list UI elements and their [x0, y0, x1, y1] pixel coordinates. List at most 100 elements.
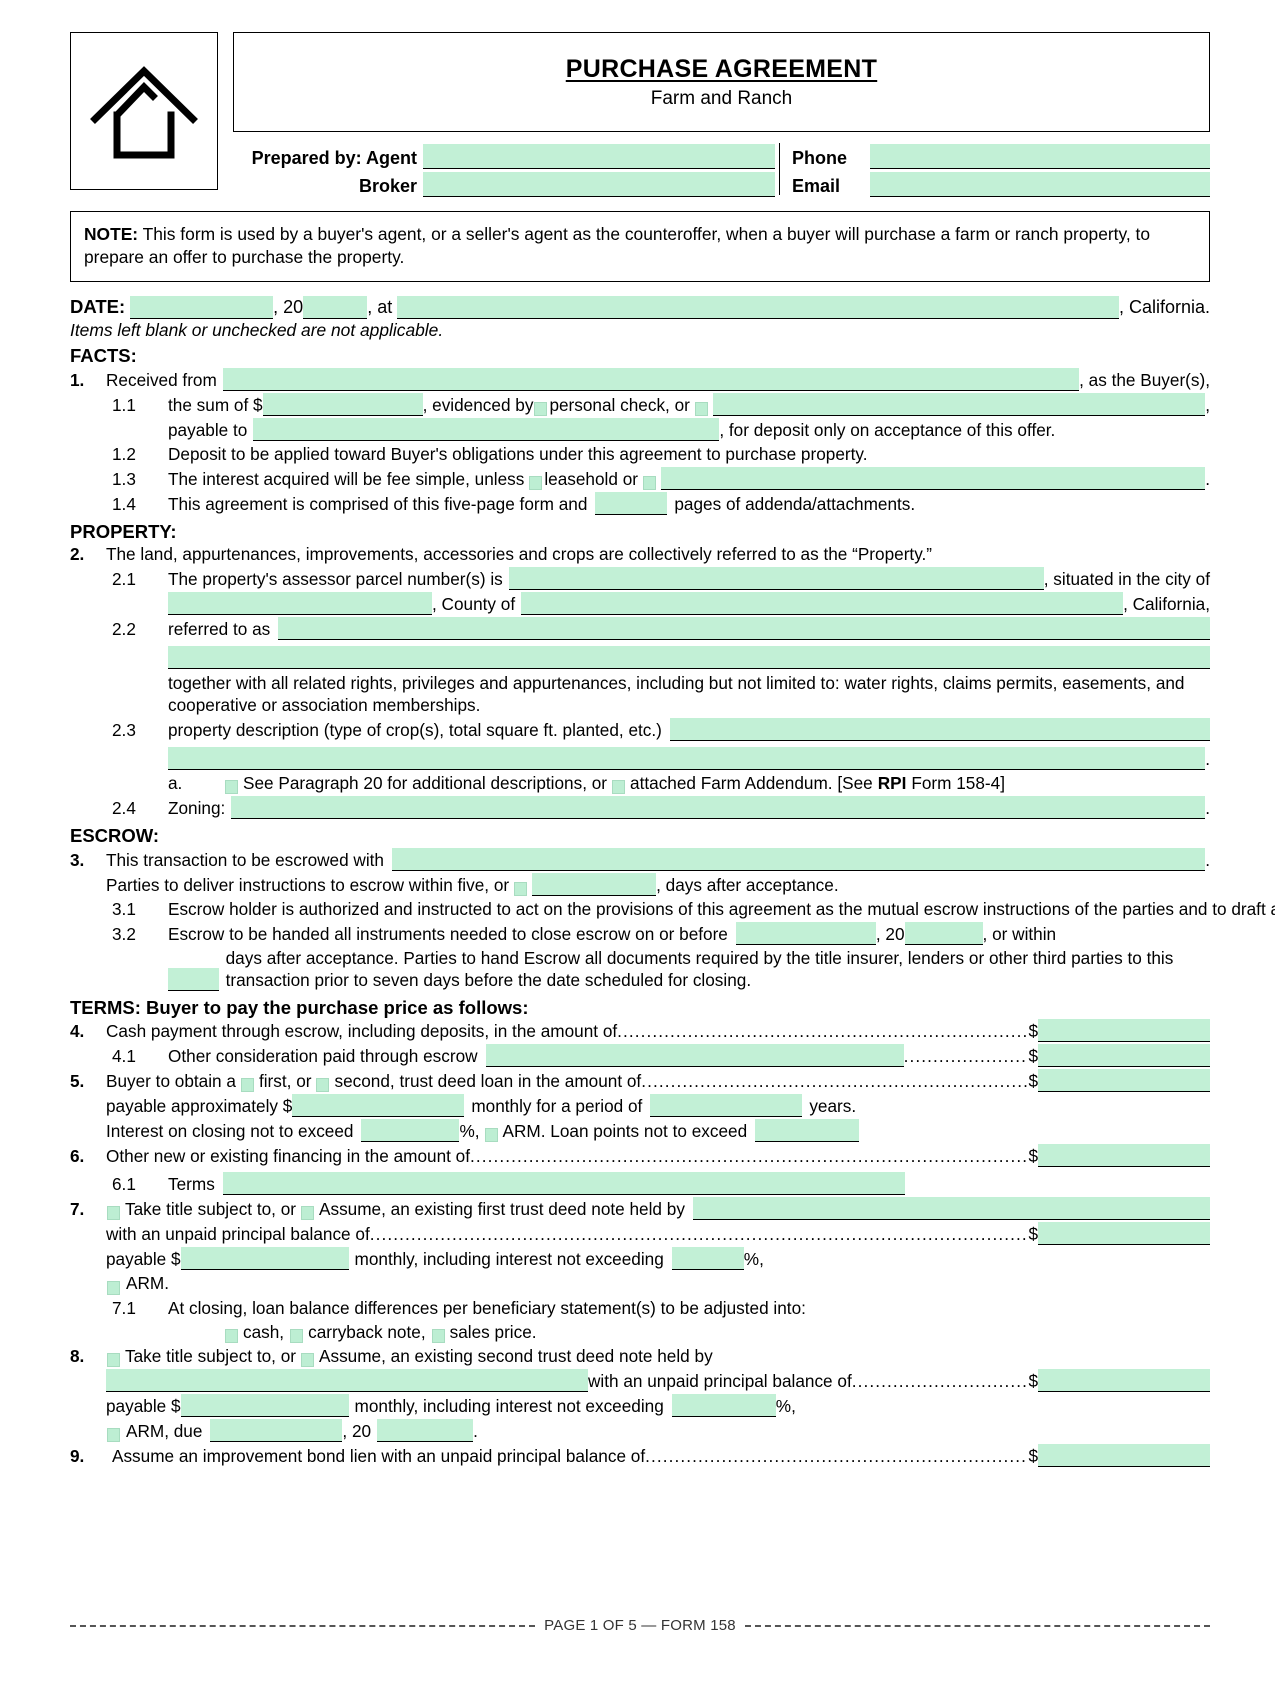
escrow-days-field[interactable] — [532, 872, 657, 896]
item-8-pct-label: %, — [775, 1395, 796, 1416]
second-trust-deed-checkbox[interactable] — [316, 1078, 330, 1093]
agent-field[interactable] — [423, 144, 775, 169]
second-note-holder-field[interactable] — [106, 1368, 588, 1392]
take-title-subject-checkbox-8[interactable] — [107, 1352, 120, 1367]
loan-points-field[interactable] — [755, 1119, 860, 1143]
item-5-row-c: Interest on closing not to exceed %, ARM… — [70, 1119, 1210, 1143]
item-9-row: 9. Assume an improvement bond lien with … — [70, 1443, 1210, 1467]
date-label: DATE: — [70, 296, 126, 318]
apn-label: The property's assessor parcel number(s)… — [168, 569, 503, 590]
escrow-handed-label: Escrow to be handed all instruments need… — [168, 923, 728, 944]
escrow-close-year-field[interactable] — [904, 921, 983, 945]
buyer-name-field[interactable] — [222, 367, 1080, 391]
trust-deed-loan-amount-field[interactable] — [1038, 1069, 1210, 1093]
blank-items-note: Items left blank or unchecked are not ap… — [70, 319, 444, 340]
other-payment-field[interactable] — [712, 392, 1206, 416]
county-field[interactable] — [521, 592, 1124, 616]
monthly-payment-field[interactable] — [292, 1094, 465, 1118]
escrow-within-days-field[interactable] — [168, 967, 219, 991]
date-field[interactable] — [130, 295, 274, 319]
facts-heading: FACTS: — [70, 345, 137, 367]
bond-lien-balance-field[interactable] — [1038, 1443, 1210, 1467]
place-field[interactable] — [397, 295, 1119, 319]
property-description-field-line1[interactable] — [669, 718, 1210, 742]
other-consideration-field[interactable] — [485, 1044, 904, 1068]
item-2-4-number: 2.4 — [112, 798, 136, 819]
referred-to-as-field-line1[interactable] — [278, 617, 1210, 641]
item-1-1-row-b: payable to , for deposit only on accepta… — [168, 417, 1210, 441]
item-8-number: 8. — [70, 1345, 85, 1366]
loan-years-field[interactable] — [650, 1094, 803, 1118]
item-4-dots: ........................................… — [617, 1021, 1029, 1042]
item-1-3-text: The interest acquired will be fee simple… — [168, 468, 525, 489]
property-description-field-line2[interactable] — [168, 747, 1206, 771]
arm-due-year-field[interactable] — [377, 1418, 474, 1442]
apn-field[interactable] — [508, 567, 1044, 591]
second-note-interest-field[interactable] — [671, 1393, 776, 1417]
interest-rate-field[interactable] — [361, 1119, 460, 1143]
farm-addendum-checkbox[interactable] — [612, 780, 626, 795]
leasehold-checkbox[interactable] — [529, 475, 543, 490]
first-note-holder-field[interactable] — [692, 1197, 1210, 1221]
first-note-interest-field[interactable] — [671, 1247, 744, 1271]
item-1-2-text: Deposit to be applied toward Buyer's obl… — [168, 443, 868, 464]
sales-price-checkbox[interactable] — [431, 1328, 445, 1343]
phone-field[interactable] — [870, 144, 1210, 169]
item-2-4-period: . — [1205, 798, 1210, 819]
carryback-note-checkbox[interactable] — [290, 1328, 304, 1343]
item-8-payable-label: payable $ — [106, 1395, 181, 1416]
arm-label-7: ARM. — [126, 1273, 169, 1294]
item-1-4-text-b: pages of addenda/attachments. — [674, 493, 916, 514]
zoning-field[interactable] — [231, 796, 1206, 820]
assume-checkbox-7[interactable] — [301, 1206, 315, 1221]
item-1-2-number: 1.2 — [112, 443, 136, 464]
other-financing-amount-field[interactable] — [1038, 1144, 1210, 1168]
item-7-row-d: ARM. — [70, 1272, 1210, 1295]
item-4-1-text: Other consideration paid through escrow — [168, 1046, 478, 1067]
item-2-number: 2. — [70, 544, 85, 565]
addenda-pages-field[interactable] — [595, 491, 668, 515]
item-3-row-a: 3. This transaction to be escrowed with … — [70, 847, 1210, 871]
escrow-days-checkbox[interactable] — [514, 881, 528, 896]
other-payment-checkbox[interactable] — [694, 401, 708, 416]
prepared-by-left: Prepared by: Agent Broker — [233, 141, 775, 197]
item-6-number: 6. — [70, 1146, 85, 1167]
arm-checkbox-8[interactable] — [107, 1427, 120, 1442]
payable-to-field[interactable] — [253, 417, 720, 441]
cash-payment-amount-field[interactable] — [1038, 1019, 1210, 1043]
take-title-subject-checkbox-7[interactable] — [107, 1206, 120, 1221]
other-interest-field[interactable] — [661, 466, 1206, 490]
broker-field[interactable] — [423, 172, 775, 197]
arm-due-date-field[interactable] — [210, 1418, 343, 1442]
agent-row: Prepared by: Agent — [233, 141, 775, 169]
referred-to-as-field-line2[interactable] — [168, 646, 1210, 670]
item-5-dots: ........................................… — [641, 1071, 1029, 1092]
arm-checkbox-7[interactable] — [107, 1280, 120, 1295]
item-7-dots: ........................................… — [369, 1224, 1029, 1245]
city-field[interactable] — [168, 592, 432, 616]
see-paragraph-20-checkbox[interactable] — [225, 780, 238, 795]
item-2-1-row-a: 2.1 The property's assessor parcel numbe… — [70, 567, 1210, 591]
escrow-holder-field[interactable] — [392, 847, 1206, 871]
footer-text: PAGE 1 OF 5 — FORM 158 — [544, 1617, 736, 1634]
item-3-2-text-b: days after acceptance. Parties to hand E… — [225, 947, 1174, 990]
arm-checkbox-5[interactable] — [484, 1128, 498, 1143]
first-note-monthly-field[interactable] — [180, 1247, 349, 1271]
year-field[interactable] — [303, 295, 368, 319]
escrow-close-date-field[interactable] — [735, 921, 876, 945]
personal-check-checkbox[interactable] — [534, 401, 548, 416]
other-consideration-amount-field[interactable] — [1038, 1044, 1210, 1068]
assume-checkbox-8[interactable] — [301, 1352, 315, 1367]
second-note-monthly-field[interactable] — [180, 1393, 349, 1417]
first-note-balance-field[interactable] — [1038, 1222, 1210, 1246]
item-3-2-row-a: 3.2 Escrow to be handed all instruments … — [70, 921, 1210, 945]
second-note-balance-field[interactable] — [1038, 1368, 1210, 1392]
email-field[interactable] — [870, 172, 1210, 197]
item-2-1-number: 2.1 — [112, 569, 136, 590]
other-interest-checkbox[interactable] — [643, 475, 656, 490]
cash-checkbox[interactable] — [225, 1328, 238, 1343]
financing-terms-field[interactable] — [222, 1172, 905, 1196]
item-3-1-text-part1: Escrow holder is authorized and instruct… — [168, 898, 1275, 919]
first-trust-deed-checkbox[interactable] — [240, 1078, 254, 1093]
sum-amount-field[interactable] — [262, 392, 423, 416]
